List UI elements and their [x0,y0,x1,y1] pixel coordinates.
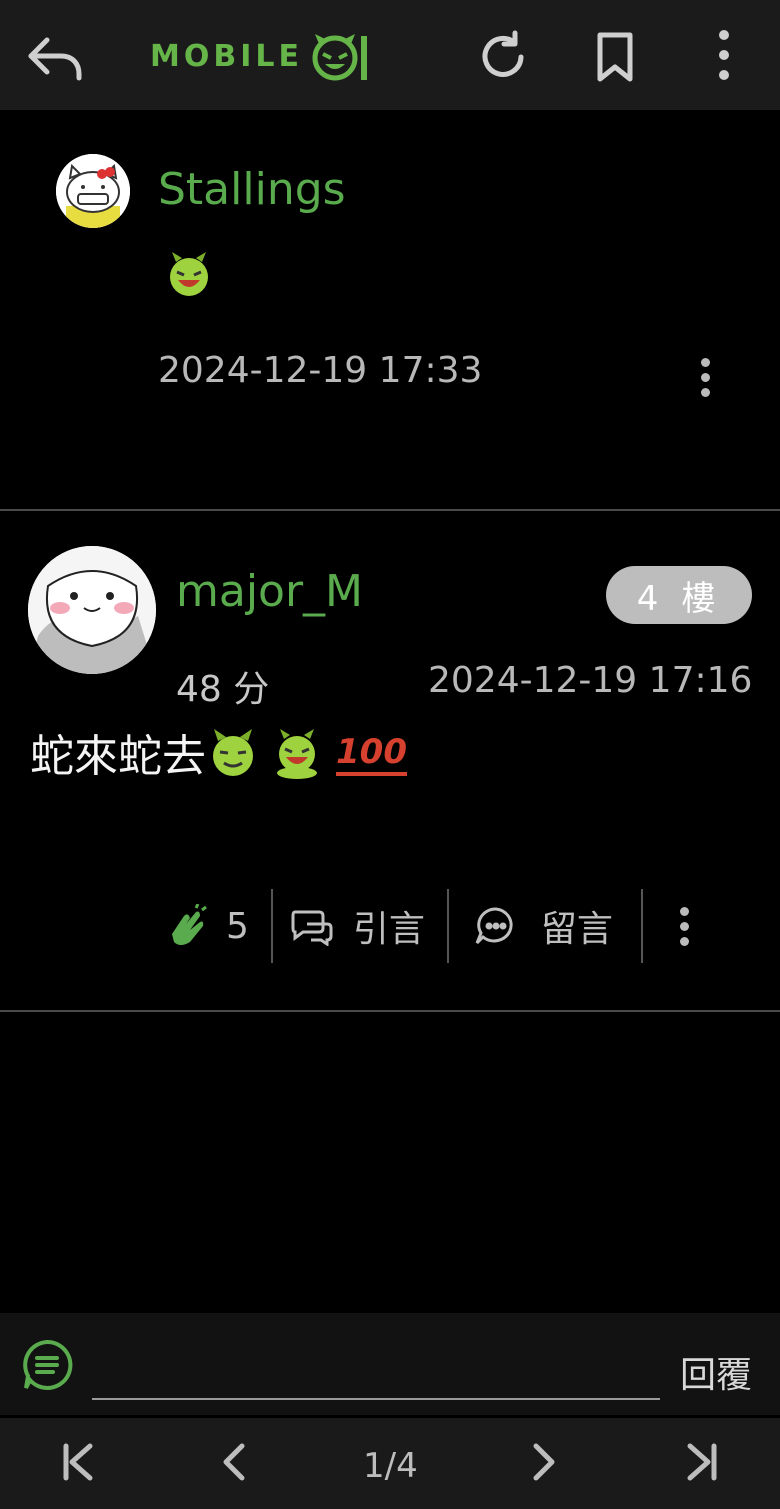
hundred-points-emoji: 100 [336,732,407,776]
user-score: 48 分 [176,669,270,710]
page-indicator[interactable]: 1/4 [363,1446,418,1486]
last-page-icon[interactable] [680,1440,724,1488]
laughing-devil-emoji [277,729,317,779]
refresh-icon[interactable] [468,22,538,92]
divider [0,509,780,511]
avatar[interactable] [56,154,130,228]
comment-button[interactable]: 留言 [473,900,613,952]
comment-icon [475,907,513,945]
reply-back-icon[interactable] [20,24,90,94]
quote-label: 引言 [352,909,425,950]
username[interactable]: major_M [176,566,363,617]
next-page-icon[interactable] [522,1440,566,1488]
post-more-icon[interactable] [699,358,711,397]
smirk-devil-emoji [213,729,253,776]
post-content: 蛇來蛇去 100 [30,720,407,784]
clap-count: 5 [226,905,249,947]
white-cat-avatar-icon [28,546,156,674]
top-bar: MOBILE [0,0,780,110]
divider [640,889,643,963]
laughing-devil-emoji [170,252,208,296]
logo-mascot-icon [312,34,367,81]
clap-icon [172,904,207,945]
post-more-icon[interactable] [679,906,691,946]
quote-button[interactable]: 引言 [289,900,425,952]
comment-label: 留言 [540,909,613,950]
pager: 1/4 [0,1418,780,1509]
logo-text: MOBILE [150,38,303,74]
hello-kitty-avatar-icon [56,154,130,228]
more-vertical-icon[interactable] [718,30,730,80]
mobile01-logo[interactable]: MOBILE [150,26,371,86]
reply-button[interactable]: 回覆 [680,1346,752,1398]
avatar[interactable] [28,546,156,674]
quote-icon [291,910,333,946]
bookmark-icon[interactable] [580,22,650,92]
prev-page-icon[interactable] [212,1440,256,1488]
reply-input[interactable] [92,1398,660,1400]
divider [446,889,449,963]
post-text: 蛇來蛇去 [30,731,206,782]
post-timestamp: 2024-12-19 17:33 [158,350,483,391]
username[interactable]: Stallings [158,164,346,215]
post-actions: 5 引言 留言 [166,888,691,964]
divider [0,1010,780,1012]
first-page-icon[interactable] [56,1440,100,1488]
message-icon[interactable] [20,1338,74,1396]
floor-badge: 4 樓 [606,566,752,624]
post-content [162,246,216,300]
post-timestamp: 2024-12-19 17:16 [428,660,753,701]
clap-button[interactable]: 5 [166,904,249,948]
divider [270,889,273,963]
